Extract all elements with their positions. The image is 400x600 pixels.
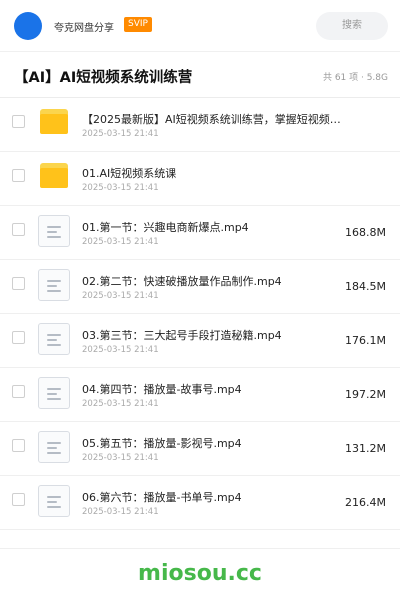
row-checkbox[interactable] bbox=[12, 493, 25, 506]
page-title: 【AI】AI短视频系统训练营 bbox=[14, 70, 193, 86]
file-name: 01.AI短视频系统课 bbox=[82, 167, 177, 180]
video-file-icon bbox=[38, 377, 70, 409]
avatar[interactable] bbox=[14, 12, 42, 40]
share-meta: 共 61 项 · 5.8G bbox=[322, 73, 388, 83]
file-row[interactable]: 05.第五节：播放量-影视号.mp4 2025-03-15 21:41 131.2M bbox=[0, 422, 400, 476]
file-row[interactable]: 06.第六节：播放量-书单号.mp4 2025-03-15 21:41 216.4M bbox=[0, 476, 400, 530]
watermark-text: miosou.cc bbox=[138, 561, 262, 586]
row-checkbox[interactable] bbox=[12, 115, 25, 128]
file-size: 131.2M bbox=[345, 442, 386, 455]
file-size: 168.8M bbox=[345, 226, 386, 239]
row-checkbox[interactable] bbox=[12, 385, 25, 398]
file-date: 2025-03-15 21:41 bbox=[82, 129, 159, 139]
video-file-icon bbox=[38, 431, 70, 463]
file-row[interactable]: 04.第四节：播放量-故事号.mp4 2025-03-15 21:41 197.2M bbox=[0, 368, 400, 422]
file-date: 2025-03-15 21:41 bbox=[82, 507, 159, 517]
video-file-icon bbox=[38, 269, 70, 301]
row-checkbox[interactable] bbox=[12, 439, 25, 452]
file-date: 2025-03-15 21:41 bbox=[82, 237, 159, 247]
video-file-icon bbox=[38, 323, 70, 355]
file-row[interactable]: 01.AI短视频系统课 2025-03-15 21:41 bbox=[0, 152, 400, 206]
video-file-icon bbox=[38, 215, 70, 247]
file-row[interactable]: 【2025最新版】AI短视频系统训练营，掌握短视频… 2025-03-15 21:… bbox=[0, 98, 400, 152]
file-name: 02.第二节：快速破播放量作品制作.mp4 bbox=[82, 275, 282, 288]
file-date: 2025-03-15 21:41 bbox=[82, 399, 159, 409]
file-size: 184.5M bbox=[345, 280, 386, 293]
file-size: 197.2M bbox=[345, 388, 386, 401]
share-title-bar: 【AI】AI短视频系统训练营 共 61 项 · 5.8G bbox=[0, 52, 400, 98]
file-name: 【2025最新版】AI短视频系统训练营，掌握短视频… bbox=[82, 113, 341, 126]
file-row[interactable]: 03.第三节：三大起号手段打造秘籍.mp4 2025-03-15 21:41 176… bbox=[0, 314, 400, 368]
file-name: 06.第六节：播放量-书单号.mp4 bbox=[82, 491, 242, 504]
folder-icon bbox=[40, 163, 68, 188]
row-checkbox[interactable] bbox=[12, 277, 25, 290]
file-row[interactable]: 01.第一节：兴趣电商新爆点.mp4 2025-03-15 21:41 168.8M bbox=[0, 206, 400, 260]
search-input[interactable]: 搜索 bbox=[316, 12, 388, 40]
top-header: 夸克网盘分享 SVIP 搜索 bbox=[0, 0, 400, 52]
file-name: 05.第五节：播放量-影视号.mp4 bbox=[82, 437, 242, 450]
file-name: 03.第三节：三大起号手段打造秘籍.mp4 bbox=[82, 329, 282, 342]
username: 夸克网盘分享 bbox=[54, 23, 114, 34]
file-date: 2025-03-15 21:41 bbox=[82, 291, 159, 301]
footer: miosou.cc bbox=[0, 548, 400, 600]
folder-icon bbox=[40, 109, 68, 134]
file-date: 2025-03-15 21:41 bbox=[82, 345, 159, 355]
file-size: 216.4M bbox=[345, 496, 386, 509]
file-date: 2025-03-15 21:41 bbox=[82, 183, 159, 193]
row-checkbox[interactable] bbox=[12, 331, 25, 344]
video-file-icon bbox=[38, 485, 70, 517]
svip-badge: SVIP bbox=[124, 17, 152, 32]
file-name: 01.第一节：兴趣电商新爆点.mp4 bbox=[82, 221, 249, 234]
file-row[interactable]: 02.第二节：快速破播放量作品制作.mp4 2025-03-15 21:41 184… bbox=[0, 260, 400, 314]
file-name: 04.第四节：播放量-故事号.mp4 bbox=[82, 383, 242, 396]
file-list: 【2025最新版】AI短视频系统训练营，掌握短视频… 2025-03-15 21:… bbox=[0, 98, 400, 530]
file-size: 176.1M bbox=[345, 334, 386, 347]
row-checkbox[interactable] bbox=[12, 169, 25, 182]
row-checkbox[interactable] bbox=[12, 223, 25, 236]
file-date: 2025-03-15 21:41 bbox=[82, 453, 159, 463]
